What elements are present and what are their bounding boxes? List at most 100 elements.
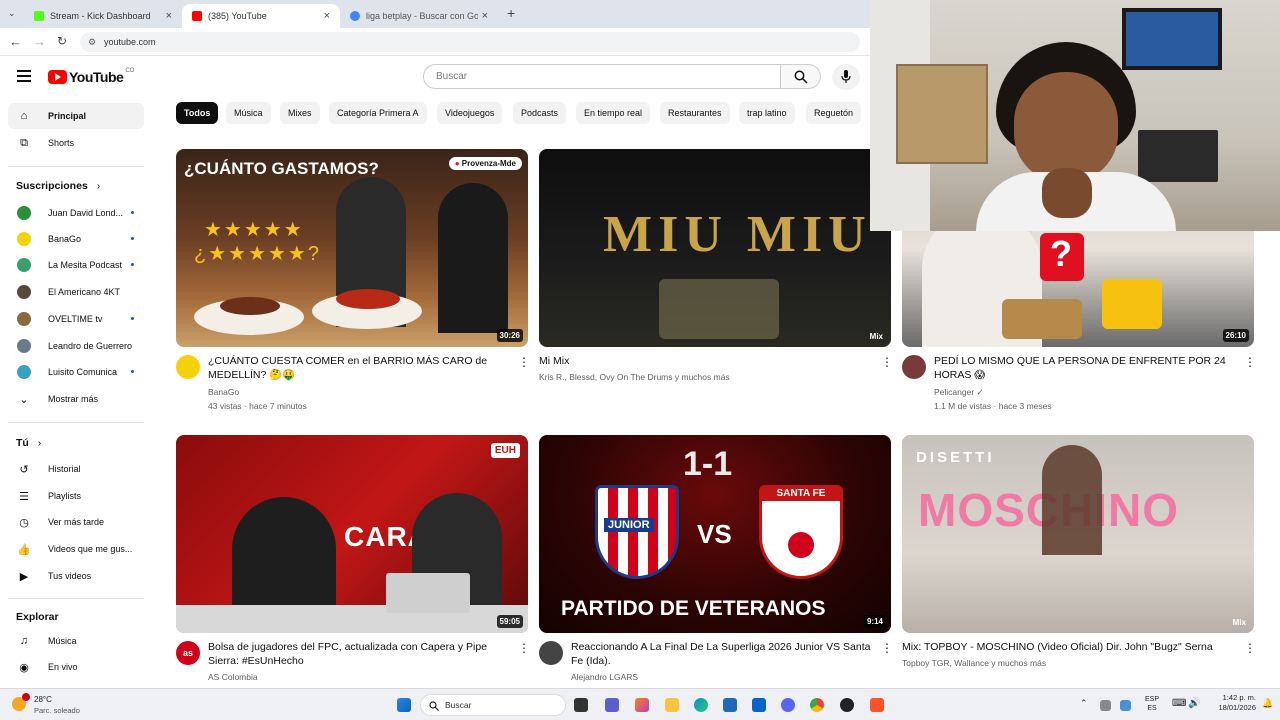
video-channel[interactable]: AS Colombia bbox=[208, 670, 508, 684]
keyboard-layout-code: ES bbox=[1147, 705, 1157, 712]
copilot-icon[interactable] bbox=[635, 698, 649, 712]
tab-kick-dashboard[interactable]: Stream - Kick Dashboard × bbox=[24, 4, 182, 28]
tab-youtube[interactable]: (385) YouTube × bbox=[182, 4, 340, 28]
more-options-icon[interactable]: ⋮ bbox=[518, 355, 530, 369]
sidebar-item-subscription[interactable]: BanaGo bbox=[8, 226, 144, 252]
video-thumbnail[interactable]: CARAC EUH 59:05 bbox=[176, 435, 528, 633]
store-icon[interactable] bbox=[723, 698, 737, 712]
notifications-icon[interactable]: 🔔 bbox=[1262, 698, 1273, 709]
video-thumbnail[interactable]: 1-1 JUNIOR VS SANTA FE PARTIDO DE VETERA… bbox=[539, 435, 891, 633]
sidebar-item-live[interactable]: ◉ En vivo bbox=[8, 654, 144, 680]
tab-google-search[interactable]: liga betplay - Buscar con Google × bbox=[340, 4, 498, 28]
chip-trap-latino[interactable]: trap latino bbox=[739, 102, 795, 124]
chat-app-icon[interactable] bbox=[605, 698, 619, 712]
file-explorer-icon[interactable] bbox=[665, 698, 679, 712]
more-options-icon[interactable]: ⋮ bbox=[1244, 355, 1256, 369]
chip-podcasts[interactable]: Podcasts bbox=[513, 102, 567, 124]
video-title[interactable]: Mix: TOPBOY - MOSCHINO (Video Oficial) D… bbox=[902, 640, 1232, 654]
video-title[interactable]: Bolsa de jugadores del FPC, actualizada … bbox=[208, 640, 508, 668]
video-channel[interactable]: Kris R., Blessd, Ovy On The Drums y much… bbox=[539, 370, 839, 384]
sidebar-item-label: Playlists bbox=[48, 491, 82, 501]
close-tab-icon[interactable]: × bbox=[324, 10, 330, 22]
edge-icon[interactable] bbox=[694, 698, 708, 712]
taskbar-search[interactable]: Buscar bbox=[420, 694, 566, 716]
video-title[interactable]: PEDÍ LO MISMO QUE LA PERSONA DE ENFRENTE… bbox=[934, 354, 1234, 382]
brave-icon[interactable] bbox=[870, 698, 884, 712]
outlook-icon[interactable] bbox=[752, 698, 766, 712]
video-thumbnail[interactable]: DISETTI MOSCHINO Mix bbox=[902, 435, 1254, 633]
clock[interactable]: 1:42 p. m. 18/01/2026 bbox=[1210, 693, 1256, 713]
video-thumbnail[interactable]: ¿CUÁNTO GASTAMOS? ● Provenza-Mde ★★★★★ ¿… bbox=[176, 149, 528, 347]
voice-search-button[interactable] bbox=[832, 64, 860, 90]
reload-icon[interactable]: ↻ bbox=[57, 34, 67, 48]
subscriptions-heading[interactable]: Suscripciones › bbox=[16, 180, 100, 192]
tray-app-icon[interactable] bbox=[1120, 700, 1131, 711]
video-channel[interactable]: BanaGo bbox=[208, 385, 508, 399]
menu-icon[interactable] bbox=[17, 70, 31, 82]
tab-list-dropdown-icon[interactable]: ⌄ bbox=[8, 8, 16, 19]
video-channel[interactable]: Topboy TGR, Wallance y muchos más bbox=[902, 656, 1202, 670]
sidebar-item-subscription[interactable]: OVELTIME tv bbox=[8, 306, 144, 332]
more-options-icon[interactable]: ⋮ bbox=[881, 355, 893, 369]
playlists-icon: ☰ bbox=[19, 490, 29, 503]
chip-categoria-primera-a[interactable]: Categoría Primera A bbox=[329, 102, 427, 124]
sidebar-item-shorts[interactable]: ⧉ Shorts bbox=[8, 130, 144, 156]
chip-regueton[interactable]: Reguetón bbox=[806, 102, 862, 124]
channel-avatar[interactable] bbox=[539, 641, 563, 665]
close-tab-icon[interactable]: × bbox=[166, 10, 172, 22]
search-input[interactable]: Buscar bbox=[423, 64, 781, 89]
network-icon[interactable]: ⌨ bbox=[1172, 698, 1186, 709]
close-tab-icon[interactable]: × bbox=[482, 10, 488, 22]
volume-icon[interactable]: 🔊 bbox=[1188, 698, 1200, 709]
chip-musica[interactable]: Música bbox=[226, 102, 271, 124]
chip-videojuegos[interactable]: Videojuegos bbox=[437, 102, 503, 124]
more-options-icon[interactable]: ⋮ bbox=[518, 641, 530, 655]
sidebar-item-your-videos[interactable]: ▶ Tus videos bbox=[8, 563, 144, 589]
video-title[interactable]: Mi Mix bbox=[539, 354, 839, 368]
tray-app-icon[interactable] bbox=[1100, 700, 1111, 711]
site-info-icon[interactable]: ⚙ bbox=[88, 32, 96, 52]
video-channel[interactable]: Pelicanger ✓ bbox=[934, 385, 1234, 399]
video-title[interactable]: Reaccionando A La Final De La Superliga … bbox=[571, 640, 871, 668]
sidebar-item-label: BanaGo bbox=[48, 234, 82, 244]
channel-avatar[interactable]: as bbox=[176, 641, 200, 665]
sidebar-item-subscription[interactable]: Luisito Comunica bbox=[8, 359, 144, 385]
obs-icon[interactable] bbox=[840, 698, 854, 712]
show-hidden-icons-icon[interactable]: ⌃ bbox=[1080, 698, 1088, 709]
new-tab-button[interactable]: + bbox=[507, 5, 515, 21]
more-options-icon[interactable]: ⋮ bbox=[881, 641, 893, 655]
discord-icon[interactable] bbox=[781, 698, 795, 712]
sidebar-item-watch-later[interactable]: ◷ Ver más tarde bbox=[8, 509, 144, 535]
windows-start-icon[interactable] bbox=[397, 698, 411, 712]
channel-avatar[interactable] bbox=[176, 355, 200, 379]
chip-mixes[interactable]: Mixes bbox=[280, 102, 320, 124]
chrome-icon[interactable] bbox=[810, 698, 824, 712]
chip-todos[interactable]: Todos bbox=[176, 102, 219, 124]
search-button[interactable] bbox=[781, 64, 821, 89]
chip-en-tiempo-real[interactable]: En tiempo real bbox=[576, 102, 651, 124]
sidebar-item-principal[interactable]: ⌂ Principal bbox=[8, 103, 144, 129]
forward-icon[interactable]: → bbox=[33, 34, 46, 49]
video-thumbnail[interactable]: MIU MIU Mix bbox=[539, 149, 891, 347]
sidebar-item-liked-videos[interactable]: 👍 Videos que me gus... bbox=[8, 536, 144, 562]
sidebar-item-historial[interactable]: ↺ Historial bbox=[8, 456, 144, 482]
sidebar-show-more[interactable]: ⌄ Mostrar más bbox=[8, 386, 144, 412]
sidebar-item-subscription[interactable]: El Americano 4KT bbox=[8, 279, 144, 305]
sidebar-item-subscription[interactable]: La Mesita Podcast bbox=[8, 252, 144, 278]
youtube-logo[interactable]: YouTube CO bbox=[48, 68, 134, 85]
input-language[interactable]: ESP ES bbox=[1145, 695, 1159, 713]
sidebar-item-subscription[interactable]: Juan David Lond... bbox=[8, 200, 144, 226]
you-heading[interactable]: Tú › bbox=[16, 437, 41, 449]
task-view-icon[interactable] bbox=[574, 698, 588, 712]
webcam-overlay bbox=[870, 0, 1280, 231]
chip-restaurantes[interactable]: Restaurantes bbox=[660, 102, 730, 124]
more-options-icon[interactable]: ⋮ bbox=[1244, 641, 1256, 655]
channel-avatar[interactable] bbox=[902, 355, 926, 379]
sidebar-item-subscription[interactable]: Leandro de Guerrero bbox=[8, 333, 144, 359]
sidebar-item-playlists[interactable]: ☰ Playlists bbox=[8, 483, 144, 509]
sidebar-item-music[interactable]: ♫ Música bbox=[8, 628, 144, 654]
video-channel[interactable]: Alejandro LGARS bbox=[571, 670, 871, 684]
url-field[interactable]: ⚙ youtube.com bbox=[80, 32, 860, 52]
back-icon[interactable]: ← bbox=[9, 34, 22, 49]
video-title[interactable]: ¿CUÁNTO CUESTA COMER en el BARRIO MÁS CA… bbox=[208, 354, 508, 382]
